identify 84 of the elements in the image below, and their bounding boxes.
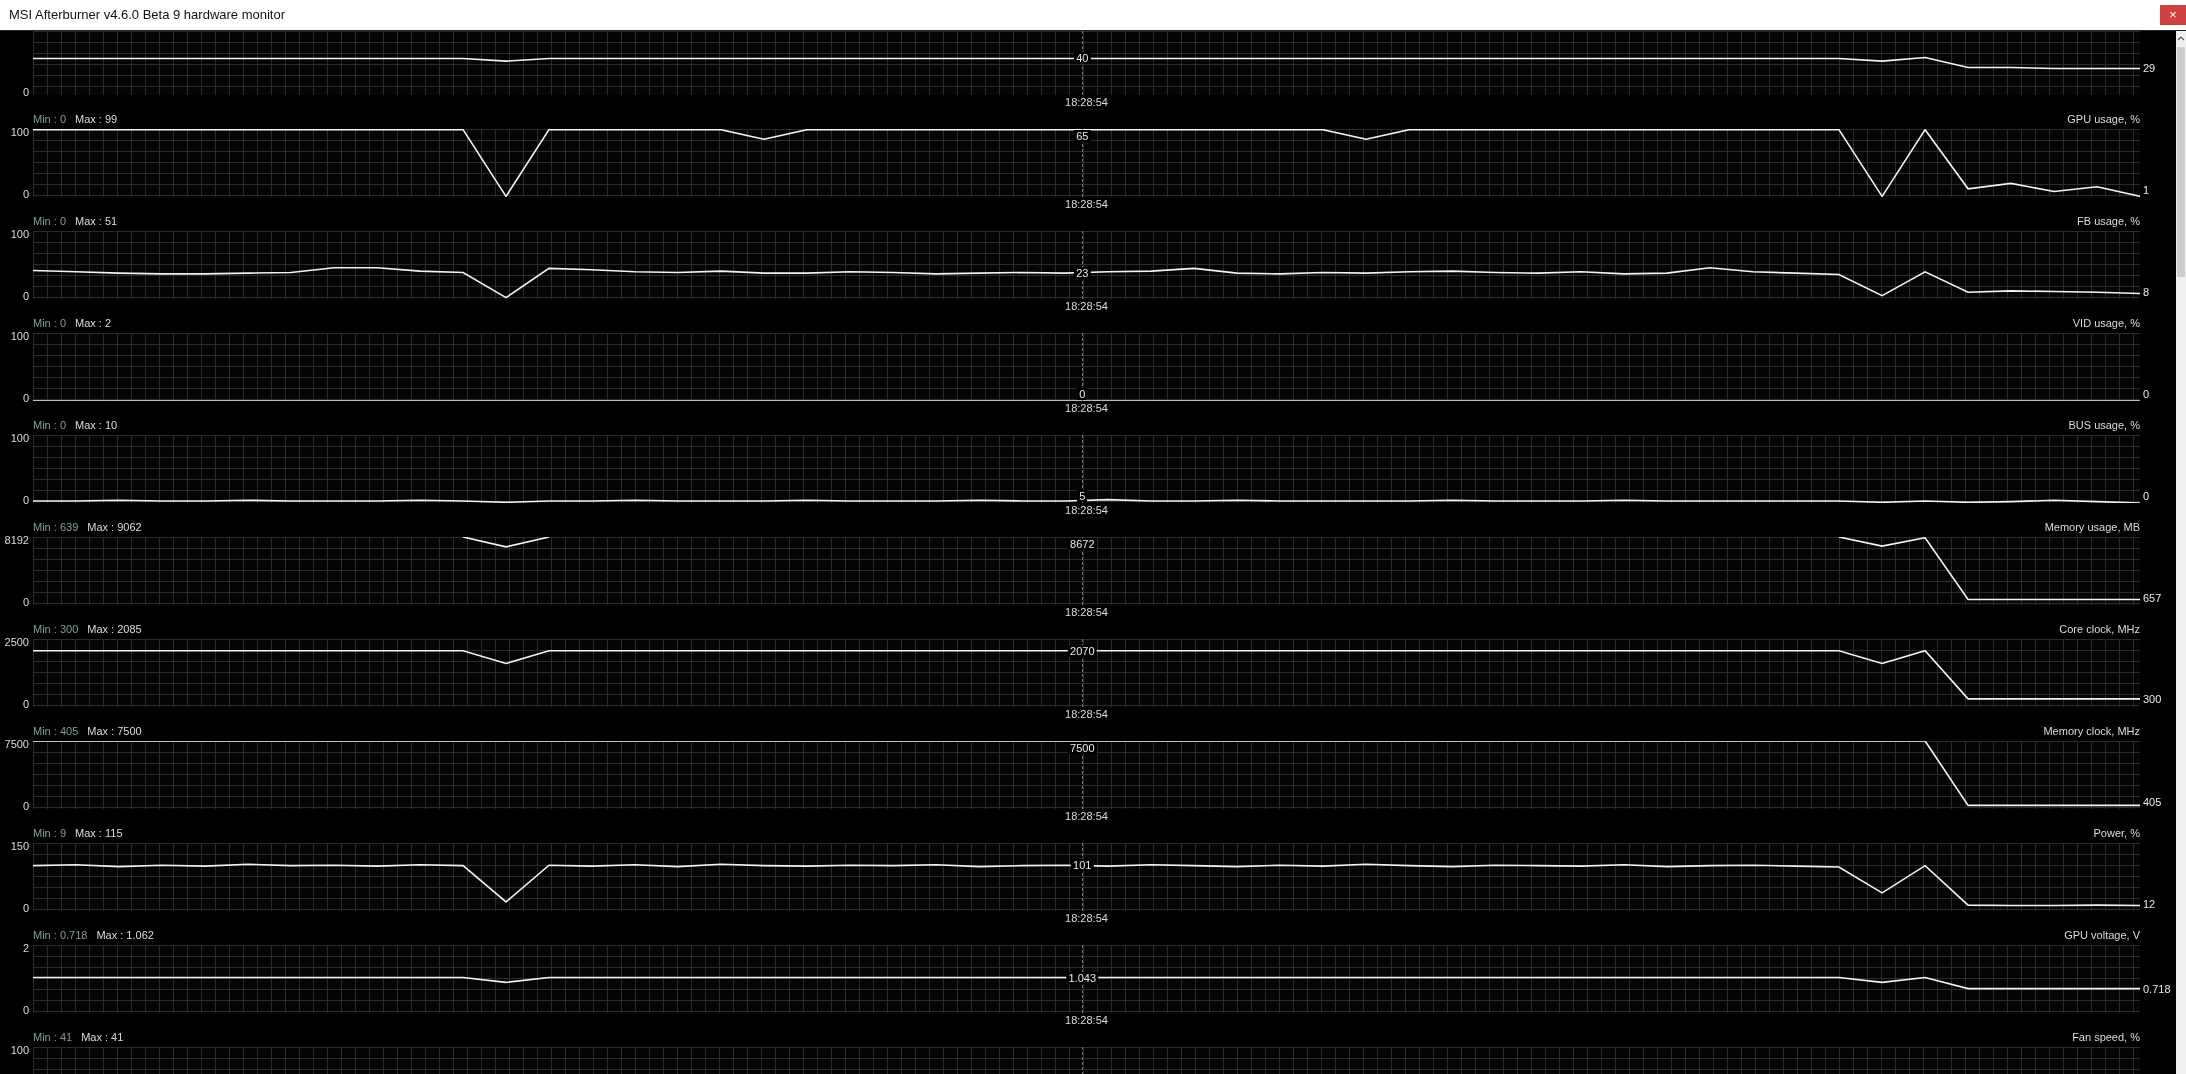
graph-name: Memory usage, MB xyxy=(2044,521,2140,533)
current-value: 0 xyxy=(2143,490,2150,503)
chevron-up-icon[interactable] xyxy=(2177,35,2185,41)
min-reading: Min : 41 xyxy=(33,1031,73,1043)
cursor-value: 2070 xyxy=(1068,644,1097,657)
cursor-value: 5 xyxy=(1077,490,1088,503)
graph-name: BUS usage, % xyxy=(2068,419,2140,431)
graph-name: Power, % xyxy=(2093,827,2140,839)
graph-name: Memory clock, MHz xyxy=(2043,725,2140,737)
cursor-value: 23 xyxy=(1074,267,1091,280)
max-reading: Max : 115 xyxy=(75,827,123,839)
cursor-time: 18:28:54 xyxy=(1065,402,1108,414)
current-value: 29 xyxy=(2143,62,2156,75)
min-reading: Min : 0 xyxy=(33,215,66,227)
graph-name: VID usage, % xyxy=(2072,317,2140,329)
graph-name: Core clock, MHz xyxy=(2059,623,2140,635)
graph-name: FB usage, % xyxy=(2077,215,2140,227)
cursor-line xyxy=(1082,1047,1084,1074)
cursor-value: 8672 xyxy=(1068,537,1097,550)
axis-tick: 0 xyxy=(22,800,29,812)
axis-tick: 2 xyxy=(22,942,29,954)
cursor-value: 0 xyxy=(1077,388,1088,401)
cursor-time: 18:28:54 xyxy=(1065,810,1108,822)
scrollbar-thumb[interactable] xyxy=(2177,47,2185,277)
current-value: 12 xyxy=(2143,898,2156,911)
axis-tick: 7500 xyxy=(4,738,29,750)
max-reading: Max : 2 xyxy=(75,317,112,329)
min-reading: Min : 0 xyxy=(33,113,66,125)
axis-tick: 100 xyxy=(10,432,29,444)
axis-tick: 0 xyxy=(22,392,29,404)
graph-name: Fan speed, % xyxy=(2072,1031,2140,1043)
max-reading: Max : 10 xyxy=(75,419,118,431)
min-reading: Min : 0 xyxy=(33,317,66,329)
graph-name: GPU voltage, V xyxy=(2064,929,2140,941)
axis-tick: 0 xyxy=(22,494,29,506)
current-value: 8 xyxy=(2143,286,2150,299)
min-reading: Min : 639 xyxy=(33,521,79,533)
cursor-time: 18:28:54 xyxy=(1065,708,1108,720)
axis-tick: 100 xyxy=(10,228,29,240)
axis-tick: 0 xyxy=(22,86,29,98)
axis-tick: 0 xyxy=(22,290,29,302)
graph-name: GPU usage, % xyxy=(2067,113,2140,125)
cursor-time: 18:28:54 xyxy=(1065,504,1108,516)
axis-tick: 0 xyxy=(22,596,29,608)
min-reading: Min : 0 xyxy=(33,419,66,431)
cursor-value: 40 xyxy=(1074,52,1091,65)
cursor-time: 18:28:54 xyxy=(1065,606,1108,618)
cursor-time: 18:28:54 xyxy=(1065,96,1108,108)
max-reading: Max : 7500 xyxy=(87,725,142,737)
max-reading: Max : 1.062 xyxy=(96,929,154,941)
min-reading: Min : 9 xyxy=(33,827,66,839)
min-reading: Min : 0.718 xyxy=(33,929,88,941)
min-reading: Min : 300 xyxy=(33,623,79,635)
current-value: 0 xyxy=(2143,388,2150,401)
axis-tick: 0 xyxy=(22,1004,29,1016)
axis-tick: 0 xyxy=(22,698,29,710)
cursor-time: 18:28:54 xyxy=(1065,198,1108,210)
current-value: 0.718 xyxy=(2143,982,2171,995)
axis-tick: 150 xyxy=(10,840,29,852)
axis-tick: 0 xyxy=(22,902,29,914)
max-reading: Max : 51 xyxy=(75,215,118,227)
cursor-value: 1.043 xyxy=(1066,971,1099,984)
cursor-time: 18:28:54 xyxy=(1065,1014,1108,1026)
axis-tick: 8192 xyxy=(4,534,29,546)
window-title: MSI Afterburner v4.6.0 Beta 9 hardware monitor xyxy=(8,6,286,22)
max-reading: Max : 9062 xyxy=(87,521,142,533)
axis-tick: 100 xyxy=(10,1044,29,1056)
current-value: 405 xyxy=(2143,796,2162,809)
max-reading: Max : 41 xyxy=(81,1031,124,1043)
axis-tick: 0 xyxy=(22,188,29,200)
scrollbar[interactable] xyxy=(2176,31,2186,1074)
close-button[interactable]: × xyxy=(2160,5,2186,25)
current-value: 657 xyxy=(2143,592,2162,605)
axis-tick: 100 xyxy=(10,126,29,138)
current-value: 1 xyxy=(2143,184,2150,197)
min-reading: Min : 405 xyxy=(33,725,79,737)
max-reading: Max : 99 xyxy=(75,113,118,125)
cursor-value: 101 xyxy=(1071,859,1094,872)
axis-tick: 100 xyxy=(10,330,29,342)
current-value: 300 xyxy=(2143,692,2162,705)
cursor-time: 18:28:54 xyxy=(1065,912,1108,924)
max-reading: Max : 2085 xyxy=(87,623,142,635)
axis-tick: 2500 xyxy=(4,636,29,648)
cursor-time: 18:28:54 xyxy=(1065,300,1108,312)
